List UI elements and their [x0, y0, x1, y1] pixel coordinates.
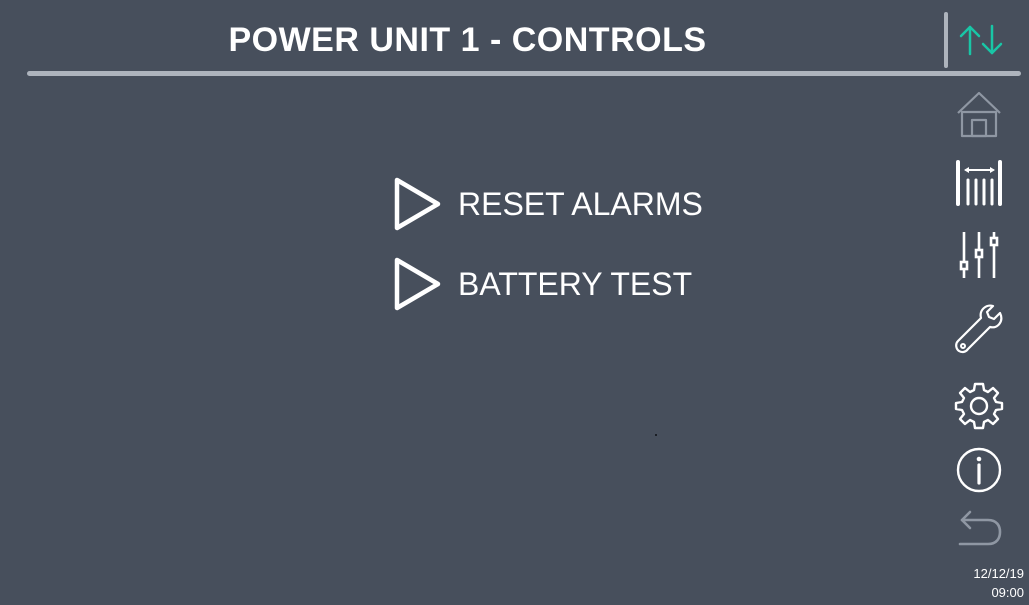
gear-icon[interactable] — [954, 380, 1004, 430]
play-triangle-icon — [394, 177, 441, 231]
info-icon[interactable] — [954, 446, 1004, 496]
controls-screen: POWER UNIT 1 - CONTROLS RESET ALARMS BAT… — [0, 0, 1029, 605]
sliders-icon[interactable] — [954, 228, 1004, 278]
wrench-icon[interactable] — [954, 304, 1004, 354]
back-arrow-icon[interactable] — [954, 508, 1004, 558]
time-label: 09:00 — [991, 585, 1024, 600]
title-underline — [27, 71, 1021, 76]
screen-speck — [655, 434, 657, 436]
header-separator — [944, 12, 948, 68]
battery-test-label: BATTERY TEST — [458, 266, 693, 302]
communication-arrows-icon[interactable] — [956, 22, 1006, 58]
page-title: POWER UNIT 1 - CONTROLS — [228, 21, 707, 59]
reset-alarms-label: RESET ALARMS — [458, 186, 703, 222]
date-label: 12/12/19 — [973, 566, 1024, 581]
meter-icon[interactable] — [954, 158, 1004, 208]
datetime-display: 12/12/19 09:00 — [952, 564, 1024, 602]
home-icon[interactable] — [954, 88, 1004, 138]
play-triangle-icon — [394, 257, 441, 311]
